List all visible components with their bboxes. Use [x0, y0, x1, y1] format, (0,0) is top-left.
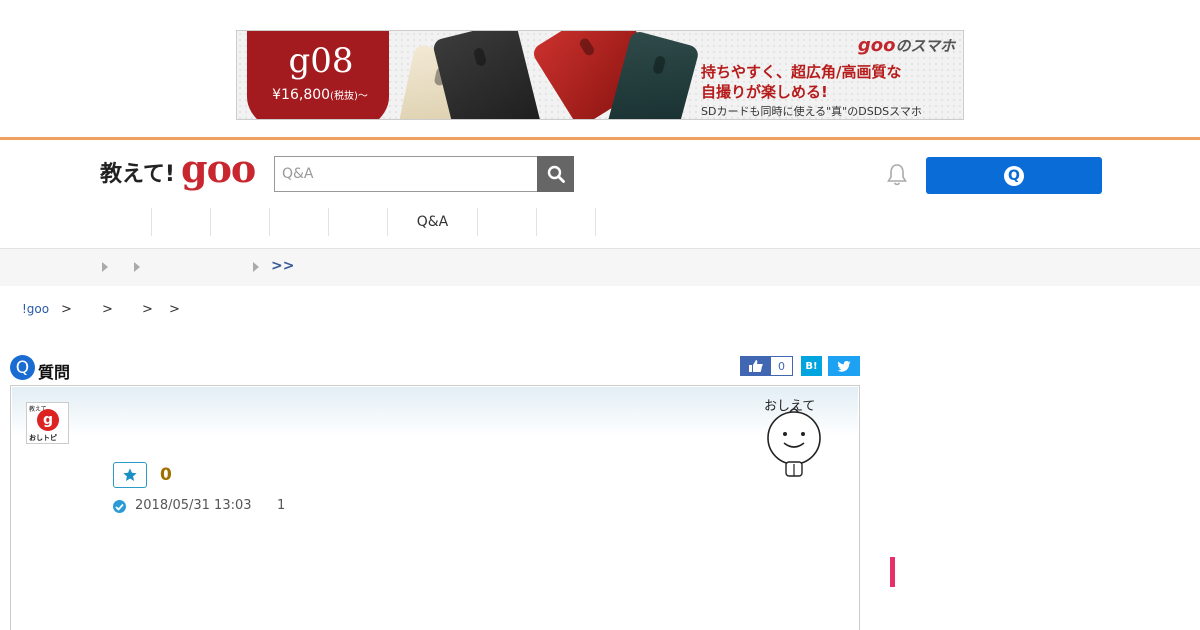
question-section-title: 質問: [38, 363, 71, 382]
notification-button[interactable]: [886, 163, 908, 187]
banner-price-note: (税抜)〜: [330, 91, 368, 102]
nav-item-6[interactable]: [478, 208, 537, 236]
ask-question-button[interactable]: Q: [926, 157, 1102, 194]
question-section-icon: Q: [10, 355, 35, 380]
favorite-button[interactable]: [113, 462, 147, 488]
category-arrow-icon: [134, 262, 140, 272]
nav-item-qa[interactable]: Q&A: [388, 208, 478, 236]
search-icon: [547, 165, 565, 183]
category-more-link[interactable]: >>: [271, 258, 294, 274]
thumbs-up-icon: [741, 357, 771, 375]
nav-item-7[interactable]: [537, 208, 596, 236]
oshiete-mascot-icon: おしえて: [764, 399, 821, 477]
nav-item-2[interactable]: [152, 208, 211, 236]
category-strip: [0, 248, 1200, 286]
nav-item-4[interactable]: [270, 208, 329, 236]
category-arrow-icon: [102, 262, 108, 272]
category-arrow-icon: [253, 262, 259, 272]
sidebar-heading-marker: [890, 557, 895, 587]
banner-area: g08 ¥16,800(税抜)〜 gooのスマホ 持ちやすく、超広角/高画質な …: [0, 0, 1200, 138]
hatena-bookmark-button[interactable]: B!: [801, 356, 822, 376]
banner-headline-1: 持ちやすく、超広角/高画質な: [701, 63, 902, 81]
search-input[interactable]: Q&A: [274, 156, 538, 192]
search-button[interactable]: [537, 156, 574, 192]
main-nav: Q&A: [92, 208, 596, 236]
question-card-header: [12, 387, 858, 437]
site-logo-text[interactable]: 教えて!: [100, 156, 175, 188]
twitter-share-button[interactable]: [828, 356, 860, 376]
breadcrumb-separator: >: [142, 302, 153, 317]
nav-item-1[interactable]: [92, 208, 152, 236]
banner-price-value: ¥16,800: [272, 87, 331, 103]
nav-item-5[interactable]: [329, 208, 388, 236]
facebook-like-button[interactable]: 0: [740, 356, 793, 376]
twitter-bird-icon: [837, 360, 851, 372]
nav-item-3[interactable]: [211, 208, 270, 236]
check-circle-icon: [113, 500, 126, 513]
answer-count: 1: [277, 498, 286, 513]
header-accent-rule: [0, 137, 1200, 140]
banner-headline-2: 自撮りが楽しめる!: [701, 83, 828, 101]
site-logo-goo[interactable]: goo: [181, 146, 256, 191]
banner-subline: SDカードも同時に使える"真"のDSDSスマホ: [701, 105, 922, 118]
avatar-logo: g: [37, 409, 59, 431]
ad-banner[interactable]: g08 ¥16,800(税抜)〜 gooのスマホ 持ちやすく、超広角/高画質な …: [236, 30, 964, 120]
breadcrumb-separator: >: [61, 302, 72, 317]
breadcrumb-separator: >: [169, 302, 180, 317]
bell-icon: [887, 164, 907, 186]
question-icon: Q: [1004, 165, 1024, 186]
like-count: 0: [778, 359, 785, 373]
breadcrumb-home[interactable]: !goo: [22, 302, 49, 316]
banner-model-name: g08: [288, 41, 354, 81]
avatar[interactable]: 教えて g おしトピ: [26, 402, 69, 444]
avatar-label-bottom: おしトピ: [29, 434, 57, 442]
question-date: 2018/05/31 13:03: [135, 498, 252, 513]
favorite-count: 0: [160, 465, 172, 485]
banner-brand-suffix: のスマホ: [895, 37, 955, 55]
star-icon: [123, 468, 137, 481]
banner-price: ¥16,800(税抜)〜: [257, 87, 383, 103]
banner-brand-goo: goo: [857, 35, 896, 56]
breadcrumb-separator: >: [102, 302, 113, 317]
banner-brand: gooのスマホ: [858, 35, 955, 56]
